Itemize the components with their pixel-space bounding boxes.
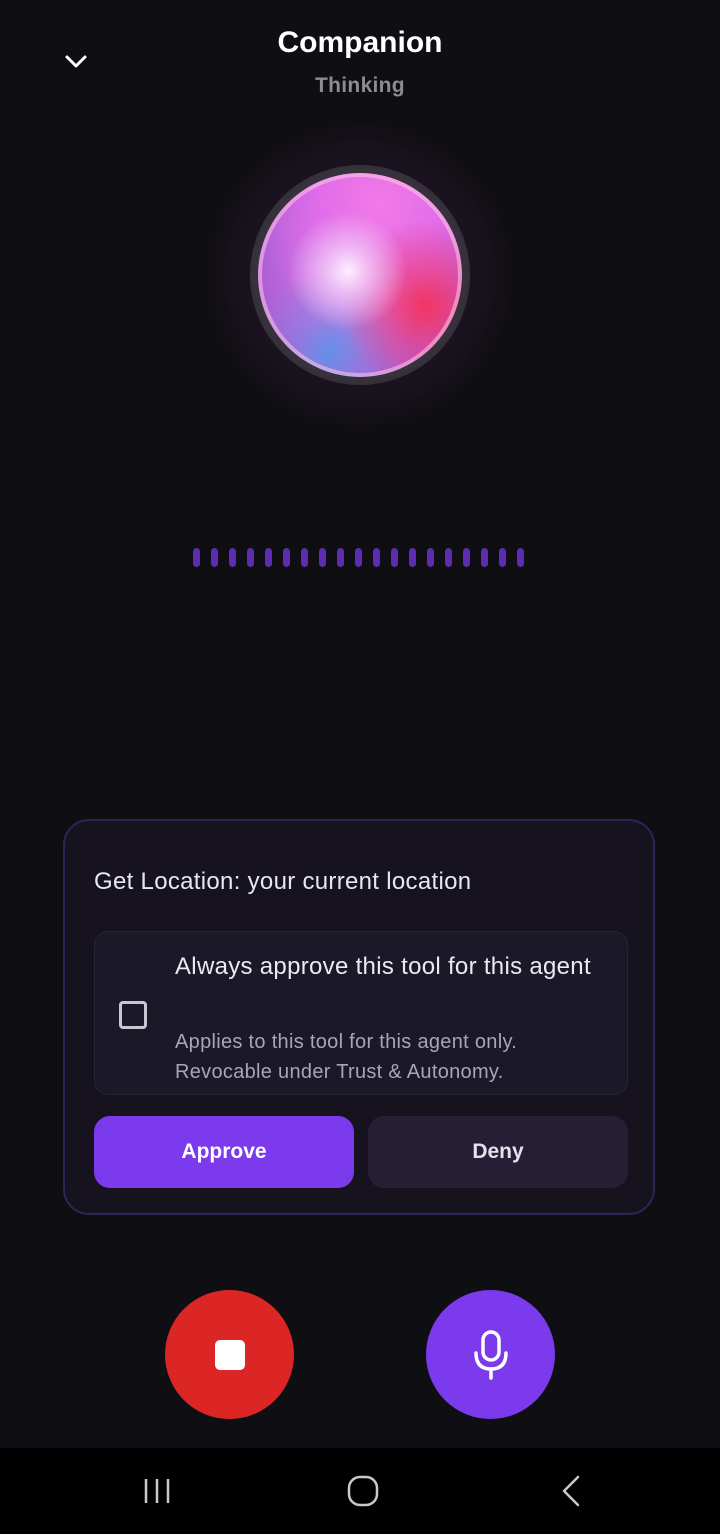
waveform-bar xyxy=(391,548,398,567)
waveform-bar xyxy=(301,548,308,567)
waveform-bar xyxy=(355,548,362,567)
waveform-bar xyxy=(337,548,344,567)
waveform-bar xyxy=(229,548,236,567)
waveform-bar xyxy=(211,548,218,567)
page-title: Companion xyxy=(277,26,443,59)
recents-button[interactable] xyxy=(127,1466,187,1516)
back-icon xyxy=(562,1475,580,1507)
waveform-bar xyxy=(373,548,380,567)
waveform-bar xyxy=(283,548,290,567)
audio-waveform xyxy=(193,548,524,568)
microphone-button[interactable] xyxy=(426,1290,555,1419)
always-approve-label: Always approve this tool for this agent xyxy=(175,953,591,980)
waveform-bar xyxy=(193,548,200,567)
home-icon xyxy=(347,1475,379,1507)
stop-icon xyxy=(214,1339,245,1370)
always-approve-option[interactable]: Always approve this tool for this agent … xyxy=(94,931,628,1095)
waveform-bar xyxy=(481,548,488,567)
microphone-icon xyxy=(473,1329,508,1380)
stop-button[interactable] xyxy=(165,1290,294,1419)
waveform-bar xyxy=(463,548,470,567)
waveform-bar xyxy=(427,548,434,567)
waveform-bar xyxy=(517,548,524,567)
waveform-bar xyxy=(499,548,506,567)
waveform-bar xyxy=(319,548,326,567)
home-button[interactable] xyxy=(333,1466,393,1516)
assistant-orb xyxy=(258,173,462,377)
permission-card: Get Location: your current location Alwa… xyxy=(63,819,655,1215)
waveform-bar xyxy=(265,548,272,567)
waveform-bar xyxy=(247,548,254,567)
status-text: Thinking xyxy=(315,74,405,97)
system-nav-bar xyxy=(0,1448,720,1534)
approve-button[interactable]: Approve xyxy=(94,1116,354,1188)
recents-icon xyxy=(144,1479,170,1503)
always-approve-help: Applies to this tool for this agent only… xyxy=(175,1031,518,1083)
permission-title: Get Location: your current location xyxy=(94,868,472,895)
header: Companion Thinking xyxy=(0,0,720,120)
back-button[interactable] xyxy=(541,1466,601,1516)
waveform-bar xyxy=(409,548,416,567)
always-approve-checkbox[interactable] xyxy=(119,1001,147,1029)
waveform-bar xyxy=(445,548,452,567)
deny-button[interactable]: Deny xyxy=(368,1116,628,1188)
